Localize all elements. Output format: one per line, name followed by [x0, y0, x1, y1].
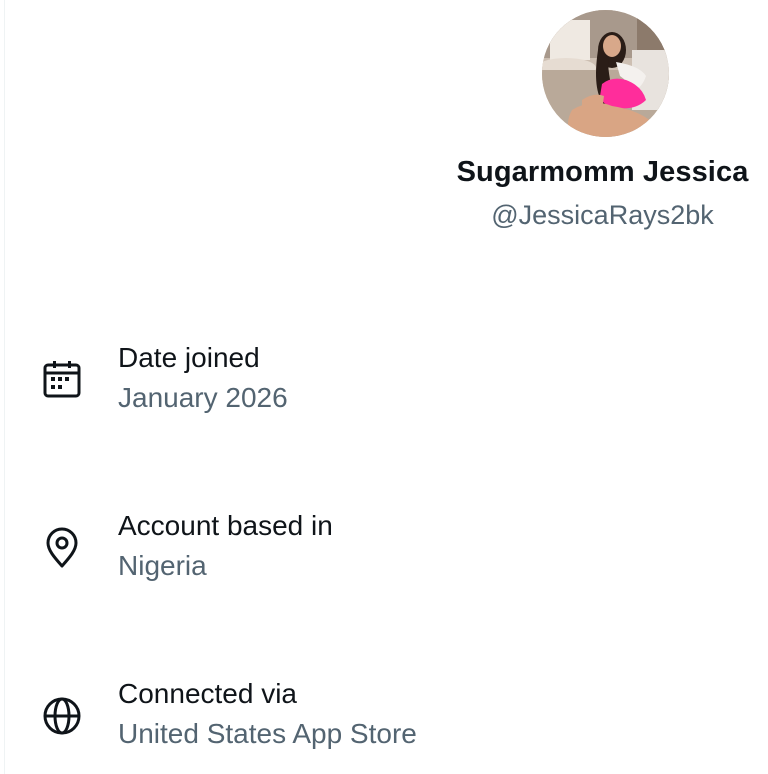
avatar-photo	[542, 10, 669, 137]
display-name: Sugarmomm Jessica	[456, 156, 749, 188]
account-about-page: Sugarmomm Jessica @JessicaRays2bk Date j…	[0, 0, 768, 774]
info-row-connected-via: Connected via United States App Store	[0, 678, 768, 768]
calendar-icon	[40, 358, 84, 402]
info-label: Date joined	[118, 342, 260, 373]
info-label: Account based in	[118, 510, 333, 541]
location-pin-icon	[40, 526, 84, 570]
info-row-account-based-in: Account based in Nigeria	[0, 510, 768, 600]
info-row-date-joined: Date joined January 2026	[0, 342, 768, 432]
info-label: Connected via	[118, 678, 298, 709]
globe-icon	[40, 694, 84, 738]
info-value: United States App Store	[118, 718, 417, 749]
avatar[interactable]	[542, 10, 669, 137]
info-value: Nigeria	[118, 550, 207, 581]
info-value: January 2026	[118, 382, 288, 413]
user-handle: @JessicaRays2bk	[491, 200, 714, 230]
